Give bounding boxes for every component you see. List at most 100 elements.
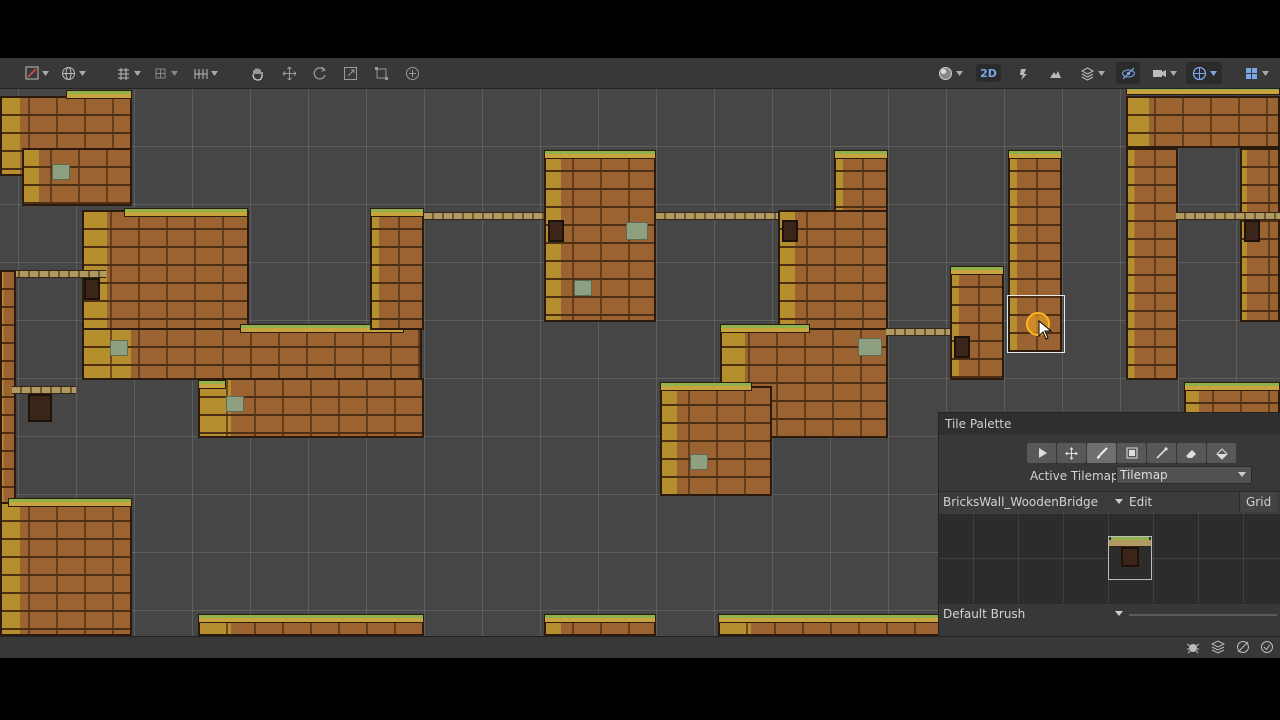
grid-visibility-button[interactable]: [188, 62, 222, 84]
layers-icon[interactable]: [1211, 640, 1225, 654]
grid-snap-button[interactable]: [110, 62, 146, 84]
moss-ledge: [720, 324, 810, 333]
select-tool-button[interactable]: [1027, 443, 1056, 463]
check-circle-icon[interactable]: [1260, 640, 1274, 654]
global-view-button[interactable]: [56, 62, 90, 84]
debug-bug-icon[interactable]: [1186, 640, 1200, 654]
wooden-bridge: [1176, 212, 1280, 220]
brush-icon: [1097, 446, 1108, 459]
moss-ledge: [198, 614, 424, 623]
mouse-cursor-icon: [1038, 320, 1053, 340]
rotate-tool-button[interactable]: [308, 62, 330, 84]
rect-tool-button[interactable]: [370, 62, 392, 84]
shading-sphere-icon: [938, 66, 952, 80]
eyedropper-icon: [1156, 446, 1168, 459]
gizmos-button[interactable]: [1186, 62, 1222, 84]
moss-ledge: [1008, 150, 1062, 159]
move-tool-button[interactable]: [1057, 443, 1086, 463]
transform-icon: [405, 66, 419, 80]
audio-icon: [1049, 70, 1061, 78]
moss-ledge: [370, 208, 424, 217]
view-2d-toggle[interactable]: 2D: [976, 64, 1001, 82]
overlay-grid-icon: [1245, 67, 1257, 79]
brick-block: [660, 386, 772, 496]
stone-tile: [226, 396, 244, 412]
overlay-menu-button[interactable]: [1238, 62, 1274, 84]
eye-slash-icon: [1121, 67, 1135, 79]
edit-palette-button[interactable]: Edit: [1129, 495, 1152, 509]
scale-icon: [343, 66, 357, 80]
no-network-icon[interactable]: [1236, 640, 1250, 654]
hand-icon: [251, 68, 263, 81]
light-bulb-icon: [1019, 68, 1027, 80]
picker-tool-button[interactable]: [1147, 443, 1176, 463]
lighting-toggle[interactable]: [1012, 62, 1034, 84]
scene-view[interactable]: 2D Tile Palette Active Tilemap Tilemap B…: [0, 58, 1280, 658]
moss-ledge: [660, 382, 752, 391]
box-fill-tool-button[interactable]: [1117, 443, 1146, 463]
globe-icon: [61, 66, 75, 80]
stone-tile: [690, 454, 708, 470]
scene-toolbar: 2D: [0, 58, 1280, 89]
eraser-icon: [1186, 449, 1196, 458]
moss-ledge: [66, 90, 132, 99]
effects-button[interactable]: [1074, 62, 1110, 84]
palette-name-dropdown[interactable]: BricksWall_WoodenBridge: [943, 495, 1098, 509]
tile-palette-title[interactable]: Tile Palette: [939, 413, 1280, 435]
moss-ledge: [198, 380, 226, 389]
door-tile: [1244, 220, 1260, 242]
increment-snap-button[interactable]: [148, 62, 182, 84]
camera-icon: [1152, 69, 1166, 77]
eraser-tool-button[interactable]: [1177, 443, 1206, 463]
active-tilemap-label: Active Tilemap: [1030, 469, 1119, 483]
brick-block: [950, 268, 1004, 380]
transform-tool-button[interactable]: [401, 62, 423, 84]
hand-tool-button[interactable]: [246, 62, 268, 84]
grid-visibility-icon: [194, 68, 207, 79]
brick-block: [1126, 148, 1178, 380]
chevron-down-icon: [1238, 472, 1246, 477]
brick-block: [0, 502, 132, 636]
chevron-down-icon[interactable]: [1115, 499, 1123, 504]
move-arrows-icon: [1065, 446, 1078, 460]
moss-ledge: [544, 150, 656, 159]
brick-block: [1126, 96, 1280, 148]
brush-dropdown[interactable]: Default Brush: [943, 607, 1025, 621]
box-fill-icon: [1126, 447, 1137, 459]
gizmo-draw-mode-button[interactable]: [18, 62, 56, 84]
moss-ledge: [950, 266, 1004, 275]
palette-toolbar: [1027, 443, 1237, 463]
moss-ledge: [8, 498, 132, 507]
palette-zoom-slider[interactable]: [1129, 614, 1277, 616]
audio-toggle[interactable]: [1044, 62, 1066, 84]
door-tile: [84, 278, 100, 300]
stone-tile: [110, 340, 128, 356]
active-tilemap-dropdown[interactable]: Tilemap: [1116, 466, 1252, 484]
rect-transform-icon: [374, 66, 388, 80]
status-bar: [0, 636, 1280, 658]
moss-ledge: [1184, 382, 1280, 391]
brick-block: [82, 328, 422, 380]
grid-toggle-button[interactable]: Grid: [1239, 492, 1278, 512]
stone-tile: [574, 280, 592, 296]
move-tool-button[interactable]: [278, 62, 300, 84]
paint-brush-tool-button[interactable]: [1087, 443, 1116, 463]
scale-tool-button[interactable]: [339, 62, 361, 84]
grid-snap-icon: [117, 67, 129, 80]
moss-ledge: [544, 614, 656, 623]
door-tile: [28, 394, 52, 422]
moss-ledge: [834, 150, 888, 159]
palette-header-row: BricksWall_WoodenBridge Edit Grid: [939, 491, 1280, 514]
brush-row: Default Brush: [939, 603, 1280, 624]
stone-tile: [626, 222, 648, 240]
stone-tile: [858, 338, 882, 356]
draw-mode-icon: [25, 66, 39, 80]
camera-settings-button[interactable]: [1146, 62, 1182, 84]
select-arrow-icon: [1038, 448, 1047, 458]
scene-visibility-toggle[interactable]: [1116, 62, 1140, 84]
palette-tile-bridge-door[interactable]: [1108, 536, 1152, 580]
shading-mode-button[interactable]: [932, 62, 968, 84]
chevron-down-icon[interactable]: [1115, 611, 1123, 616]
flood-fill-tool-button[interactable]: [1207, 443, 1236, 463]
move-arrows-icon: [282, 66, 296, 80]
